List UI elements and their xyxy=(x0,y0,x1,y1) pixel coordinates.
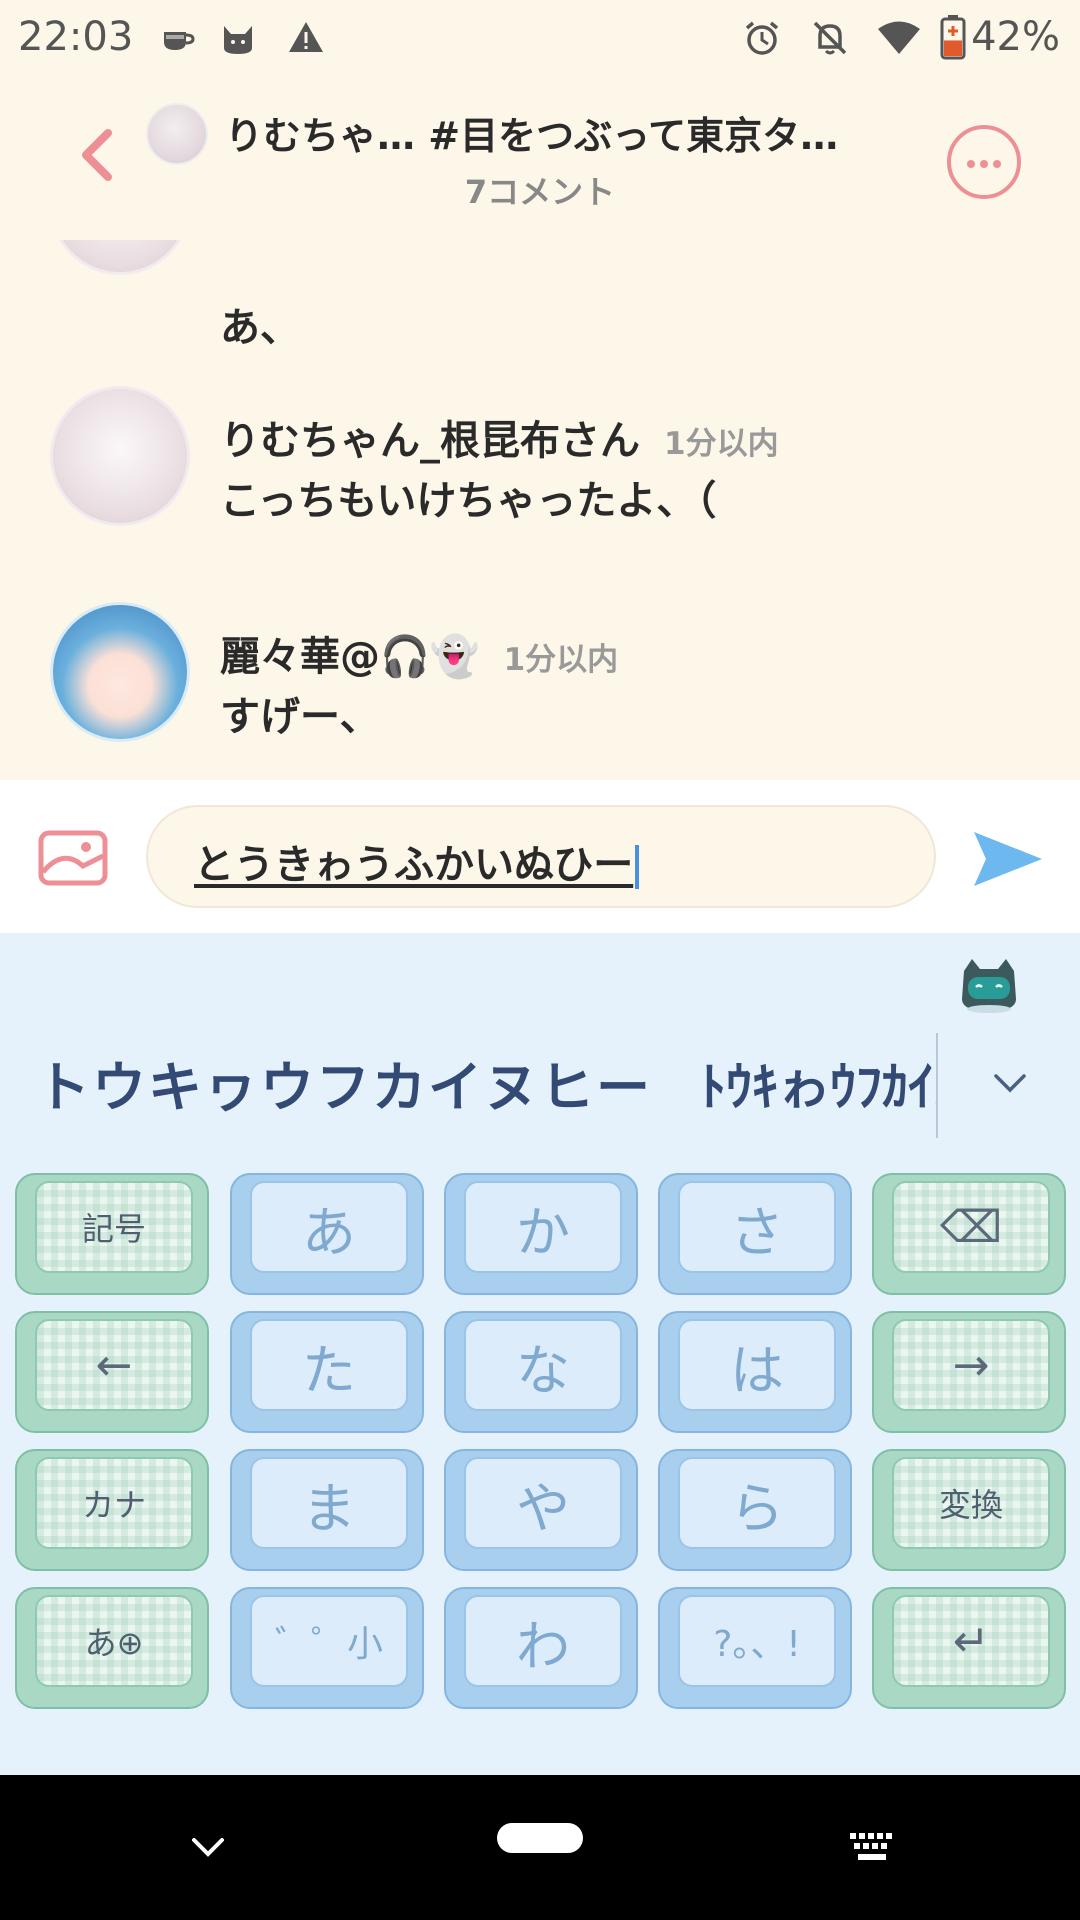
keyboard-switch-icon[interactable] xyxy=(850,1833,894,1863)
warning-icon xyxy=(289,22,323,52)
dot-icon xyxy=(993,160,1001,168)
key-label: ?。、! xyxy=(678,1595,836,1687)
dakuten-key[interactable]: ゛゜小 xyxy=(230,1587,424,1709)
key-9[interactable]: は xyxy=(658,1311,852,1433)
status-bar: 22:03 42% xyxy=(0,0,1080,75)
comment-item: あ、 xyxy=(0,240,1080,351)
cursor-right-key[interactable]: → xyxy=(872,1311,1066,1433)
chevron-down-icon[interactable] xyxy=(990,1068,1030,1098)
key-13[interactable]: や xyxy=(444,1449,638,1571)
key-8[interactable]: な xyxy=(444,1311,638,1433)
convert-key[interactable]: 変換 xyxy=(872,1449,1066,1571)
comment-input[interactable]: とうきゎうふかいぬひー xyxy=(146,805,936,908)
key-18[interactable]: わ xyxy=(444,1587,638,1709)
comment-text: こっちもいけちゃったよ、（ xyxy=(220,478,717,524)
key-label: ゛゜小 xyxy=(250,1595,408,1687)
key-label: は xyxy=(678,1319,836,1411)
key-label: さ xyxy=(678,1181,836,1273)
key-2[interactable]: あ xyxy=(230,1173,424,1295)
comment-composer: とうきゎうふかいぬひー xyxy=(0,780,1080,933)
key-label: や xyxy=(464,1457,622,1549)
attach-image-button[interactable] xyxy=(38,830,108,886)
cat-icon xyxy=(224,26,252,54)
key-label: ⌫ xyxy=(892,1181,1050,1273)
kana-key[interactable]: カナ xyxy=(15,1449,209,1571)
notifications-off-icon xyxy=(813,21,847,55)
key-label: あ xyxy=(250,1181,408,1273)
send-button[interactable] xyxy=(972,828,1044,890)
key-12[interactable]: ま xyxy=(230,1449,424,1571)
soft-keyboard: トウキヮウフカイヌヒー ﾄｳｷゎｳﾌｶｲﾇﾋｰ 記号あかさ ⌫ ← たなは → カナまやら… xyxy=(0,933,1080,1775)
comment-item: りむちゃん_根昆布さん 1分以内 こっちもいけちゃったよ、（ xyxy=(0,386,1080,546)
key-label: ま xyxy=(250,1457,408,1549)
candidate-alt[interactable]: ﾄｳｷゎｳﾌｶｲﾇﾋｰ xyxy=(700,1045,936,1120)
symbols-key[interactable]: 記号 xyxy=(15,1173,209,1295)
comment-text: あ、 xyxy=(220,305,300,351)
key-label: 記号 xyxy=(35,1181,193,1273)
key-label: カナ xyxy=(35,1457,193,1549)
key-label: か xyxy=(464,1181,622,1273)
candidate-bar: トウキヮウフカイヌヒー ﾄｳｷゎｳﾌｶｲﾇﾋｰ xyxy=(0,1033,1080,1143)
battery-icon xyxy=(940,15,966,60)
candidate-main[interactable]: トウキヮウフカイヌヒー xyxy=(36,1043,652,1122)
enter-key[interactable]: ↵ xyxy=(872,1587,1066,1709)
alarm-icon xyxy=(745,21,779,55)
key-4[interactable]: さ xyxy=(658,1173,852,1295)
comment-input-text: とうきゎうふかいぬひー xyxy=(194,832,640,890)
keyboard-mascot-icon[interactable] xyxy=(958,955,1020,1015)
post-title: りむちゃ… #目をつぶって東京タ… xyxy=(225,114,839,158)
cursor-left-key[interactable]: ← xyxy=(15,1311,209,1433)
wifi-icon xyxy=(878,21,920,54)
key-label: ら xyxy=(678,1457,836,1549)
commenter-avatar[interactable] xyxy=(50,240,190,275)
post-header: りむちゃ… #目をつぶって東京タ… 7コメント xyxy=(0,75,1080,240)
home-button[interactable] xyxy=(497,1823,583,1853)
commenter-avatar[interactable] xyxy=(50,602,190,742)
dot-icon xyxy=(980,160,988,168)
key-label: わ xyxy=(464,1595,622,1687)
status-time: 22:03 xyxy=(18,14,134,60)
comment-list: あ、 りむちゃん_根昆布さん 1分以内 こっちもいけちゃったよ、（ 麗々華@🎧👻 1… xyxy=(0,240,1080,780)
dot-icon xyxy=(967,160,975,168)
key-label: あ⊕ xyxy=(35,1595,193,1687)
key-3[interactable]: か xyxy=(444,1173,638,1295)
key-label: な xyxy=(464,1319,622,1411)
coffee-icon xyxy=(164,32,195,50)
comment-item: 麗々華@🎧👻 1分以内 すげー、 xyxy=(0,602,1080,762)
comment-text: すげー、 xyxy=(220,694,380,740)
text-caret xyxy=(635,845,640,889)
more-options-button[interactable] xyxy=(947,125,1021,199)
hide-keyboard-icon[interactable] xyxy=(190,1835,226,1859)
input-mode-key[interactable]: あ⊕ xyxy=(15,1587,209,1709)
author-avatar[interactable] xyxy=(146,103,208,165)
comment-count: 7コメント xyxy=(464,173,616,211)
key-label: た xyxy=(250,1319,408,1411)
punctuation-key[interactable]: ?。、! xyxy=(658,1587,852,1709)
key-label: 変換 xyxy=(892,1457,1050,1549)
commenter-avatar[interactable] xyxy=(50,386,190,526)
comment-author: 麗々華@🎧👻 1分以内 xyxy=(220,634,619,680)
candidate-divider xyxy=(936,1033,938,1138)
battery-percent: 42% xyxy=(971,14,1060,60)
comment-author: りむちゃん_根昆布さん 1分以内 xyxy=(220,418,779,464)
key-14[interactable]: ら xyxy=(658,1449,852,1571)
backspace-key[interactable]: ⌫ xyxy=(872,1173,1066,1295)
system-nav-bar xyxy=(0,1775,1080,1920)
key-label: → xyxy=(892,1319,1050,1411)
key-label: ← xyxy=(35,1319,193,1411)
key-label: ↵ xyxy=(892,1595,1050,1687)
key-7[interactable]: た xyxy=(230,1311,424,1433)
